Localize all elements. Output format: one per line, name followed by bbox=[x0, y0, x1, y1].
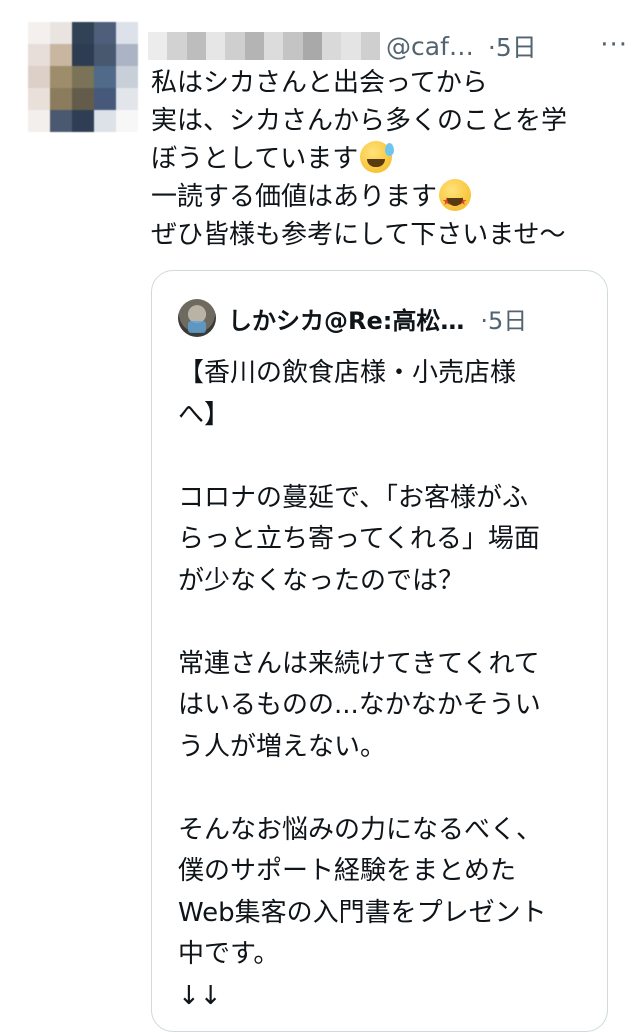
quoted-line: う人が増えない。 bbox=[178, 731, 387, 762]
more-options-icon[interactable]: ··· bbox=[600, 30, 628, 60]
quoted-line: へ】 bbox=[178, 399, 231, 430]
grinning-face-with-sweat-emoji bbox=[360, 141, 395, 173]
tweet-line: 一読する価値はあります bbox=[151, 178, 621, 221]
quoted-tweet-card[interactable]: しかシカ@Re:高松… ·5日 【香川の飲食店様・小売店様 へ】 コロナの蔓延で… bbox=[151, 270, 608, 1032]
star-struck-emoji bbox=[439, 179, 472, 221]
quoted-line: 常連さんは来続けてきてくれて bbox=[178, 648, 540, 679]
quoted-line bbox=[178, 602, 598, 644]
quoted-line: らっと立ち寄ってくれる」場面 bbox=[178, 524, 540, 554]
quoted-line bbox=[178, 436, 598, 478]
display-name-redacted[interactable] bbox=[148, 32, 380, 60]
quoted-line: はいるものの...なかなかそうい bbox=[178, 690, 541, 720]
tweet-body: 私はシカさんと出会ってから 実は、シカさんから多くのことを学 ぼうとしています … bbox=[151, 64, 621, 254]
tweet-line: ぼうとしています bbox=[151, 140, 621, 178]
quoted-line: ↓↓ bbox=[178, 980, 222, 1011]
quoted-tweet-timestamp[interactable]: ·5日 bbox=[480, 301, 527, 336]
tweet-header: @caf… ·5日 bbox=[148, 28, 620, 64]
quoted-tweet-header: しかシカ@Re:高松… ·5日 bbox=[178, 297, 527, 339]
quoted-line bbox=[178, 768, 598, 810]
quoted-line: コロナの蔓延で、「お客様がふ bbox=[178, 482, 528, 513]
quoted-tweet-body: 【香川の飲食店様・小売店様 へ】 コロナの蔓延で、「お客様がふ らっと立ち寄って… bbox=[178, 353, 598, 1017]
tweet-line: 私はシカさんと出会ってから bbox=[151, 68, 488, 98]
quoted-line: Web集客の入門書をプレゼント bbox=[178, 897, 547, 928]
quoted-line: 【香川の飲食店様・小売店様 bbox=[178, 358, 517, 388]
quoted-line: 僕のサポート経験をまとめた bbox=[178, 856, 517, 886]
quoted-user-name[interactable]: しかシカ@Re:高松… bbox=[228, 301, 464, 336]
tweet-line: 実は、シカさんから多くのことを学 bbox=[151, 106, 568, 136]
user-handle[interactable]: @caf… bbox=[386, 32, 474, 61]
quoted-line: 中です。 bbox=[178, 939, 280, 969]
quoted-user-avatar[interactable] bbox=[178, 299, 216, 337]
tweet-line: ぜひ皆様も参考にして下さいませ〜 bbox=[151, 220, 566, 250]
quoted-line: が少なくなったのでは？ bbox=[178, 565, 465, 596]
tweet-timestamp[interactable]: ·5日 bbox=[488, 28, 537, 64]
avatar[interactable] bbox=[28, 22, 138, 132]
quoted-line: そんなお悩みの力になるべく、 bbox=[178, 814, 543, 845]
